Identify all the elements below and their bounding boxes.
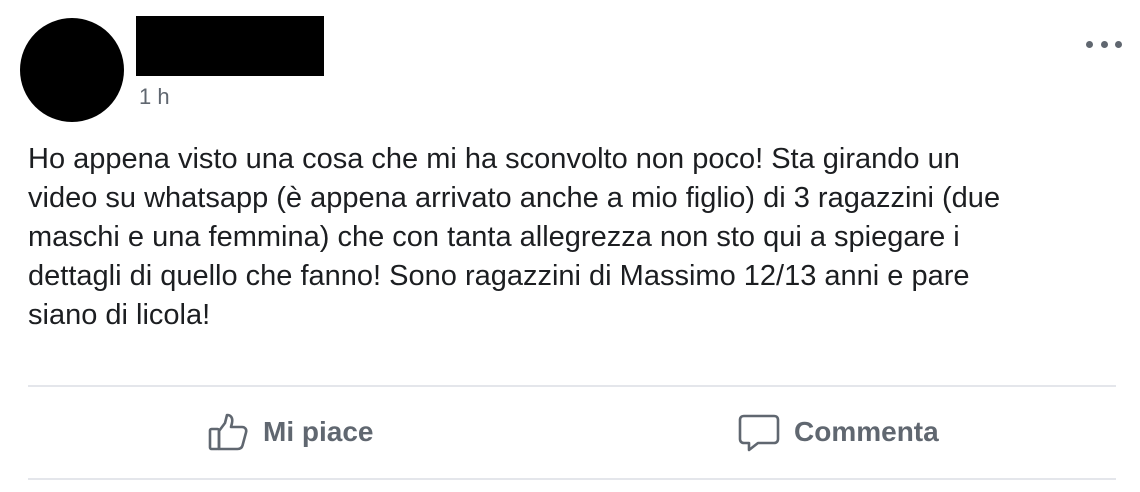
thumbs-up-icon [207, 411, 249, 453]
divider [28, 385, 1116, 387]
like-button[interactable]: Mi piace [207, 404, 373, 460]
comment-button[interactable]: Commenta [738, 404, 939, 460]
comment-bubble-icon [738, 411, 780, 453]
post-timestamp[interactable]: 1 h [139, 84, 170, 110]
comment-label: Commenta [794, 416, 939, 447]
post-text: Ho appena visto una cosa che mi ha sconv… [28, 143, 1001, 331]
more-options-icon[interactable] [1086, 36, 1122, 52]
like-label: Mi piace [263, 416, 374, 447]
author-avatar[interactable] [20, 18, 124, 122]
divider [28, 478, 1116, 480]
author-name-redacted [136, 16, 324, 76]
